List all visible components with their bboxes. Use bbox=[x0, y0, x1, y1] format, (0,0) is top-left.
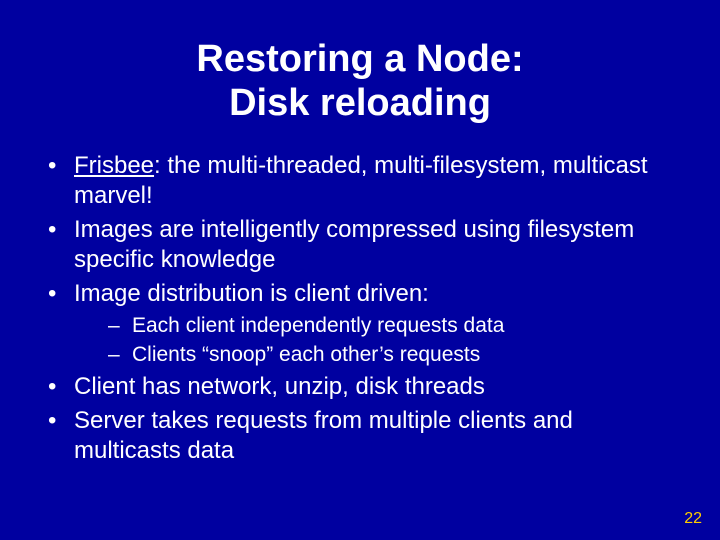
title-line-2: Disk reloading bbox=[40, 82, 680, 126]
slide-title: Restoring a Node: Disk reloading bbox=[40, 38, 680, 125]
bullet-item: Image distribution is client driven: Eac… bbox=[40, 279, 680, 368]
bullet-item: Images are intelligently compressed usin… bbox=[40, 215, 680, 275]
bullet-lead-underlined: Frisbee bbox=[74, 152, 154, 179]
bullet-text: Client has network, unzip, disk threads bbox=[74, 373, 485, 400]
bullet-list: Frisbee: the multi-threaded, multi-files… bbox=[40, 151, 680, 466]
sub-bullet-list: Each client independently requests data … bbox=[74, 313, 680, 368]
title-line-1: Restoring a Node: bbox=[40, 38, 680, 82]
bullet-text: : the multi-threaded, multi-filesystem, … bbox=[74, 152, 648, 209]
bullet-item: Client has network, unzip, disk threads bbox=[40, 372, 680, 402]
bullet-text: Images are intelligently compressed usin… bbox=[74, 216, 634, 273]
bullet-item: Server takes requests from multiple clie… bbox=[40, 406, 680, 466]
bullet-text: Image distribution is client driven: bbox=[74, 280, 429, 307]
sub-bullet-text: Each client independently requests data bbox=[132, 314, 504, 337]
slide: Restoring a Node: Disk reloading Frisbee… bbox=[0, 0, 720, 540]
sub-bullet-item: Each client independently requests data bbox=[74, 313, 680, 339]
bullet-text: Server takes requests from multiple clie… bbox=[74, 407, 573, 464]
sub-bullet-text: Clients “snoop” each other’s requests bbox=[132, 343, 480, 366]
page-number: 22 bbox=[684, 510, 702, 528]
sub-bullet-item: Clients “snoop” each other’s requests bbox=[74, 342, 680, 368]
bullet-item: Frisbee: the multi-threaded, multi-files… bbox=[40, 151, 680, 211]
